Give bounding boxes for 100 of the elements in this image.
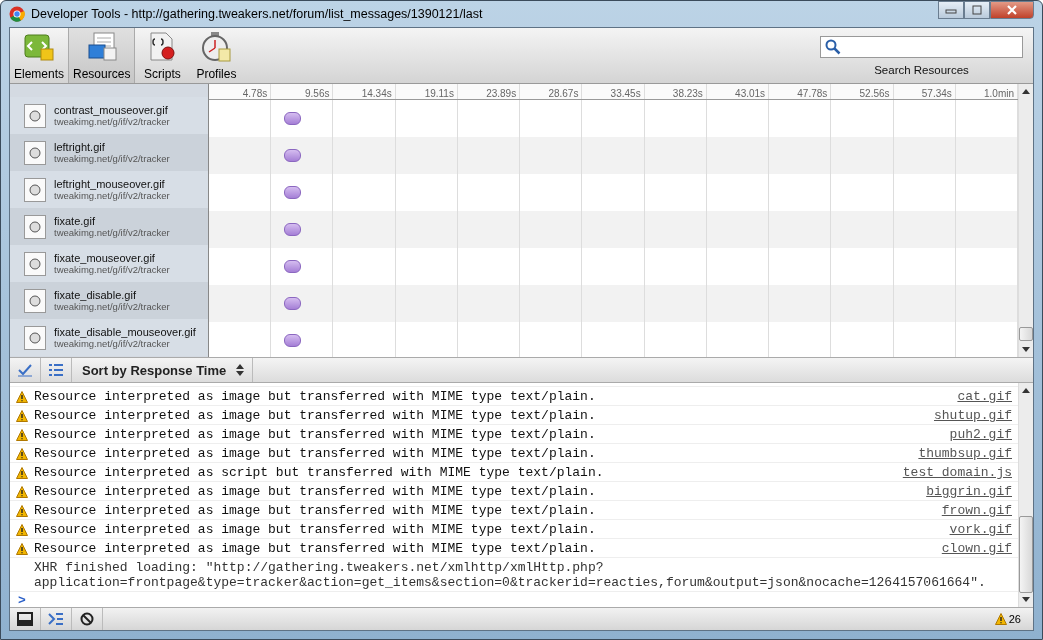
- image-file-icon: [24, 251, 46, 276]
- scrollbar[interactable]: [1018, 383, 1033, 607]
- time-tick: 23.89s: [457, 84, 521, 99]
- resource-name: leftright.gif: [54, 141, 106, 153]
- resource-path: tweakimg.net/g/if/v2/tracker: [54, 227, 170, 238]
- time-tick: 57.34s: [893, 84, 956, 99]
- resource-item[interactable]: leftright.gif tweakimg.net/g/if/v2/tracker: [10, 134, 208, 171]
- image-file-icon: [24, 140, 46, 165]
- checkmark-icon: [17, 363, 33, 377]
- time-tick: 4.78s: [209, 84, 272, 99]
- image-file-icon: [24, 103, 46, 128]
- resource-path: tweakimg.net/g/if/v2/tracker: [54, 338, 171, 349]
- source-link[interactable]: thumbsup.gif: [918, 446, 1012, 461]
- time-tick: 19.11s: [395, 84, 458, 99]
- time-tick: 14.34s: [333, 84, 396, 99]
- resource-item[interactable]: fixate_disable.gif tweakimg.net/g/if/v2/tracker: [10, 282, 208, 319]
- resource-path: tweakimg.net/g/if/v2/tracker: [54, 301, 170, 312]
- timing-bar: [284, 186, 301, 199]
- console-message: Resource interpreted as image but transferred with MIME type text/plain.: [34, 522, 596, 537]
- console-message: Resource interpreted as image but transferred with MIME type text/plain.: [34, 484, 596, 499]
- timing-bar: [284, 112, 301, 125]
- scroll-up-icon: [1022, 88, 1030, 94]
- resource-name: fixate_disable_mouseover.gif: [54, 326, 196, 338]
- source-link[interactable]: cat.gif: [957, 389, 1012, 404]
- close-button[interactable]: [990, 1, 1034, 19]
- source-link[interactable]: clown.gif: [941, 541, 1012, 556]
- console-prompt-icon: [48, 612, 64, 626]
- scroll-thumb[interactable]: [1019, 516, 1033, 593]
- resource-name: fixate_disable.gif: [54, 289, 137, 301]
- time-tick: 52.56s: [831, 84, 894, 99]
- console-message: Resource interpreted as image but transferred with MIME type text/plain.: [34, 446, 596, 461]
- console-message: Resource interpreted as image but transferred with MIME type text/plain.: [34, 541, 596, 556]
- close-icon: [1006, 5, 1018, 15]
- resource-item[interactable]: fixate.gif tweakimg.net/g/if/v2/tracker: [10, 208, 208, 245]
- resource-item[interactable]: contrast_mouseover.gif tweakimg.net/g/if/v2/tracker: [10, 97, 208, 134]
- resource-item[interactable]: leftright_mouseover.gif tweakimg.net/g/if/v2/tracker: [10, 171, 208, 208]
- time-tick: 9.56s: [271, 84, 334, 99]
- resource-name: contrast_mouseover.gif: [54, 104, 169, 116]
- console-message: Resource interpreted as image but transferred with MIME type text/plain.: [34, 503, 596, 518]
- scroll-thumb[interactable]: [1019, 327, 1033, 341]
- resource-path: tweakimg.net/g/if/v2/tracker: [54, 116, 170, 127]
- resource-name: leftright_mouseover.gif: [54, 178, 166, 190]
- source-link[interactable]: shutup.gif: [934, 408, 1012, 423]
- warning-icon: [16, 410, 28, 422]
- warning-icon: [16, 391, 28, 403]
- source-link[interactable]: vork.gif: [949, 522, 1012, 537]
- minimize-button[interactable]: [938, 1, 964, 19]
- time-tick: 47.78s: [769, 84, 832, 99]
- source-link[interactable]: frown.gif: [941, 503, 1012, 518]
- time-tick: 33.45s: [582, 84, 645, 99]
- panel-tab[interactable]: Profiles: [189, 28, 244, 83]
- stopwatch-icon: [200, 31, 233, 63]
- scroll-up-icon: [1022, 387, 1030, 393]
- updown-arrow-icon: [236, 364, 245, 376]
- search-label: Search Resources: [874, 63, 969, 76]
- maximize-button[interactable]: [964, 1, 990, 19]
- timing-bar: [284, 260, 301, 273]
- warning-icon: [994, 613, 1007, 625]
- panel-tab[interactable]: Elements: [10, 28, 69, 83]
- resource-path: tweakimg.net/g/if/v2/tracker: [54, 153, 170, 164]
- resource-item[interactable]: fixate_mouseover.gif tweakimg.net/g/if/v2/tracker: [10, 245, 208, 282]
- warning-icon: [16, 524, 28, 536]
- warning-icon: [16, 505, 28, 517]
- warning-icon: [16, 448, 28, 460]
- console-message: Resource interpreted as image but transferred with MIME type text/plain.: [34, 389, 596, 404]
- resource-path: tweakimg.net/g/if/v2/tracker: [54, 190, 170, 201]
- panel-tab[interactable]: Scripts: [135, 28, 190, 83]
- scroll-down-icon: [1022, 597, 1030, 603]
- time-tick: 28.67s: [520, 84, 583, 99]
- scroll-down-icon: [1022, 347, 1030, 353]
- window-title: Developer Tools - http://gathering.tweakers.net/forum/list_messages/1390121/last: [31, 7, 483, 21]
- console-message: XHR finished loading: "http://gathering.tweakers.net/xmlhttp/xmlHttp.php? application=frontpage&type=tracker&action=get_items&section=0&trackerid=reacties,forum&output=json&nocache=1264157061664".: [34, 560, 986, 590]
- timing-bar: [284, 297, 301, 310]
- minimize-icon: [945, 6, 957, 14]
- timing-bar: [284, 223, 301, 236]
- prohibited-icon: [80, 612, 94, 626]
- resource-path: tweakimg.net/g/if/v2/tracker: [54, 264, 170, 275]
- source-link[interactable]: test_domain.js: [902, 465, 1012, 480]
- code-brackets-icon: [23, 31, 55, 63]
- warning-count[interactable]: 26: [994, 608, 1033, 630]
- resource-item[interactable]: fixate_disable_mouseover.gif tweakimg.net/g/if/v2/tracker: [10, 319, 208, 356]
- sort-dropdown[interactable]: Sort by Response Time: [72, 358, 254, 382]
- source-link[interactable]: puh2.gif: [949, 427, 1012, 442]
- time-tick: 38.23s: [644, 84, 707, 99]
- scrollbar[interactable]: [1018, 84, 1033, 357]
- maximize-icon: [971, 5, 983, 15]
- source-link[interactable]: biggrin.gif: [926, 484, 1012, 499]
- documents-icon: [85, 31, 118, 63]
- timing-bar: [284, 334, 301, 347]
- image-file-icon: [24, 325, 46, 350]
- warning-icon: [16, 467, 28, 479]
- search-field[interactable]: [820, 35, 1023, 58]
- time-tick: 43.01s: [706, 84, 770, 99]
- browser-logo-icon: [9, 6, 25, 22]
- image-file-icon: [24, 288, 46, 313]
- panel-tab[interactable]: Resources: [68, 28, 136, 83]
- resource-name: fixate_mouseover.gif: [54, 252, 156, 264]
- list-icon: [48, 363, 64, 377]
- search-icon: [825, 38, 841, 55]
- console-message: Resource interpreted as image but transferred with MIME type text/plain.: [34, 408, 596, 423]
